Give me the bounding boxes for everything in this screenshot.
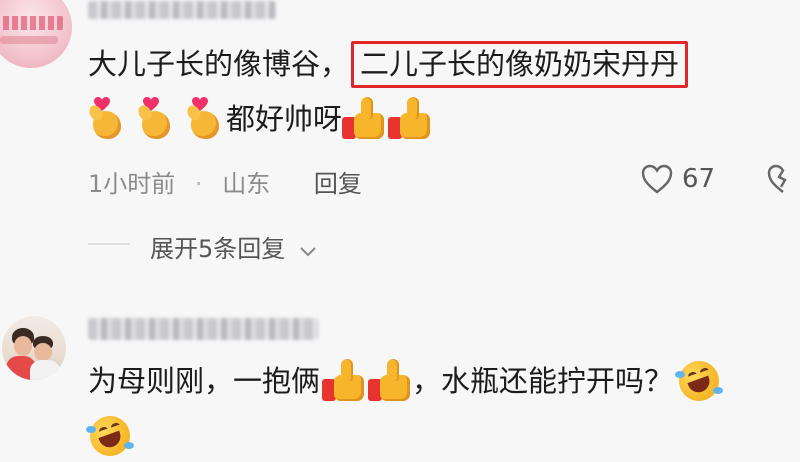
comment-text-line1: 大儿子长的像博谷， 二儿子长的像奶奶宋丹丹 (88, 41, 689, 88)
meta-separator: · (194, 170, 203, 198)
expand-replies-label: 展开5条回复 (150, 235, 286, 263)
thumbs-up-icon (388, 97, 432, 141)
comment-location: 山东 (222, 170, 271, 198)
comment-time: 1小时前 (88, 170, 176, 198)
username-blurred[interactable] (88, 318, 318, 340)
finger-heart-icon (186, 97, 222, 141)
thumbs-up-icon (368, 359, 412, 403)
like-icon[interactable] (640, 163, 674, 195)
dislike-icon[interactable] (766, 163, 800, 195)
comment-text-suffix: ，水瓶还能拧开吗？ (412, 364, 674, 398)
expand-replies-button[interactable]: 展开5条回复 (150, 229, 317, 264)
comment-text-prefix: 为母则刚，一抱俩 (88, 364, 321, 398)
comment-text-line1: 为母则刚，一抱俩 ，水瓶还能拧开吗？ (88, 355, 725, 407)
comment-text-line2 (84, 410, 136, 462)
rofl-icon (84, 410, 136, 462)
thumbs-up-icon (322, 359, 366, 403)
comment-text-suffix: 都好帅呀 (226, 102, 343, 136)
like-count: 67 (682, 164, 716, 194)
reply-button[interactable]: 回复 (314, 170, 362, 198)
avatar[interactable] (0, 0, 72, 68)
comment-text-line2: 都好帅呀 (88, 97, 432, 141)
divider (88, 243, 130, 245)
thumbs-up-icon (342, 97, 386, 141)
username-blurred[interactable] (88, 1, 276, 19)
finger-heart-icon (137, 97, 173, 141)
comment-meta: 1小时前 · 山东 回复 (88, 164, 362, 199)
finger-heart-icon (88, 97, 124, 141)
chevron-down-icon (299, 236, 317, 264)
highlighted-text: 二儿子长的像奶奶宋丹丹 (351, 41, 689, 88)
avatar[interactable] (2, 316, 66, 380)
comment-text-prefix: 大儿子长的像博谷， (88, 47, 350, 81)
rofl-icon (673, 355, 725, 407)
